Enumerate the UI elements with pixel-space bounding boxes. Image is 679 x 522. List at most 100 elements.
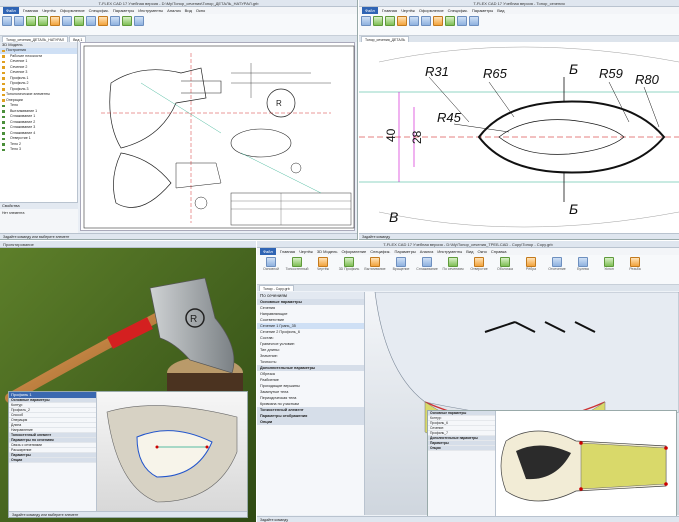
- menu-item[interactable]: Специфик.: [448, 7, 468, 14]
- tree-item[interactable]: Тело 3: [0, 147, 77, 153]
- menu-item[interactable]: Справка: [491, 248, 507, 255]
- ribbon-button[interactable]: Резьба: [623, 257, 647, 282]
- menu-item[interactable]: Главная: [382, 7, 397, 14]
- view-icon[interactable]: [421, 16, 431, 26]
- menu-item[interactable]: Оформление: [341, 248, 366, 255]
- menu-item[interactable]: Инструменты: [437, 248, 462, 255]
- ribbon-button-icon: [422, 257, 432, 267]
- menu-item[interactable]: Файл: [3, 7, 19, 14]
- operation-view[interactable]: [97, 392, 247, 511]
- view-icon[interactable]: [86, 16, 96, 26]
- ribbon-button[interactable]: Вращение: [389, 257, 413, 282]
- ribbon-button-icon: [292, 257, 302, 267]
- menu-item[interactable]: Инструменты: [138, 7, 163, 14]
- ribbon-button[interactable]: Вытягивание: [363, 257, 387, 282]
- menu-item[interactable]: Параметры: [394, 248, 415, 255]
- line-icon[interactable]: [373, 16, 383, 26]
- ribbon-button[interactable]: Тонкостенный: [285, 257, 309, 282]
- ribbon-button[interactable]: Рёбра: [519, 257, 543, 282]
- ribbon-button-label: Отверстие: [470, 267, 488, 271]
- ribbon-button[interactable]: Сглаживание: [415, 257, 439, 282]
- zoom-canvas[interactable]: R31 R65 R59 R80 R45 40 28 Б Б В: [359, 42, 679, 231]
- operation-panel: Профиль 1 Основные параметры Контур: Профи…: [9, 392, 97, 511]
- ribbon-button[interactable]: Чертёж: [311, 257, 335, 282]
- dim-r45: R45: [437, 110, 462, 125]
- ribbon-button-icon: [370, 257, 380, 267]
- menu-item[interactable]: Чертёж: [299, 248, 313, 255]
- ribbon-button-label: Уклон: [604, 267, 614, 271]
- menu-item[interactable]: Специфик.: [89, 7, 109, 14]
- arc-icon[interactable]: [385, 16, 395, 26]
- hatch-icon[interactable]: [74, 16, 84, 26]
- menu-item[interactable]: Анализ: [167, 7, 181, 14]
- menu-item[interactable]: Главная: [23, 7, 38, 14]
- ribbon-button-label: Резьба: [629, 267, 641, 271]
- new-icon[interactable]: [361, 16, 371, 26]
- ribbon-button-icon: [604, 257, 614, 267]
- open-icon[interactable]: [14, 16, 24, 26]
- ribbon-button-icon: [578, 257, 588, 267]
- new-icon[interactable]: [2, 16, 12, 26]
- status-bar: Задайте команду: [257, 516, 679, 522]
- document-tabs: Топор - Copy.grb: [257, 285, 679, 291]
- menu-item[interactable]: Чертёж: [42, 7, 56, 14]
- table-icon[interactable]: [134, 16, 144, 26]
- menu-item[interactable]: Вид: [185, 7, 192, 14]
- drawing-window: T-FLEX CAD 17 Учебная версия - D:\My\Топ…: [0, 0, 358, 240]
- menu-item[interactable]: Окно: [196, 7, 205, 14]
- ribbon-button[interactable]: Булева: [571, 257, 595, 282]
- ribbon-button-label: Отсечение: [548, 267, 566, 271]
- dim-28: 28: [410, 130, 424, 144]
- menu-item[interactable]: Оформление: [60, 7, 85, 14]
- dim-r59: R59: [599, 66, 623, 81]
- ribbon-button[interactable]: 3D Профиль: [337, 257, 361, 282]
- panel-line[interactable]: Опции: [428, 446, 495, 451]
- ribbon: Основной Тонкостенный Чертёж 3D Профиль Вытя…: [257, 255, 679, 285]
- circle-icon[interactable]: [38, 16, 48, 26]
- section-icon[interactable]: [98, 16, 108, 26]
- tab-document[interactable]: Топор - Copy.grb: [259, 285, 294, 291]
- menu-item[interactable]: Вид: [497, 7, 504, 14]
- menu-item[interactable]: 3D Модель: [317, 248, 338, 255]
- drawing-canvas[interactable]: R: [80, 42, 355, 231]
- menu-item[interactable]: Оформление: [419, 7, 444, 14]
- fragment-icon[interactable]: [122, 16, 132, 26]
- section-icon[interactable]: [433, 16, 443, 26]
- menu-item[interactable]: Файл: [362, 7, 378, 14]
- panel-line[interactable]: Опции: [257, 419, 364, 425]
- ribbon-button[interactable]: Уклон: [597, 257, 621, 282]
- dimension-icon[interactable]: [397, 16, 407, 26]
- ribbon-button[interactable]: Основной: [259, 257, 283, 282]
- menu-item[interactable]: Параметры: [113, 7, 134, 14]
- ribbon-button[interactable]: Отверстие: [467, 257, 491, 282]
- ribbon-button-icon: [396, 257, 406, 267]
- menu-item[interactable]: Чертёж: [401, 7, 415, 14]
- window-title: T-FLEX CAD 17 Учебная версия - D:\My\Топ…: [257, 241, 679, 248]
- ribbon-button[interactable]: Оболочка: [493, 257, 517, 282]
- ribbon-button-icon: [448, 257, 458, 267]
- hatch-icon[interactable]: [445, 16, 455, 26]
- menu-item[interactable]: Параметры: [472, 7, 493, 14]
- menu-item[interactable]: Окно: [478, 248, 487, 255]
- panel-line[interactable]: Опции: [9, 458, 96, 463]
- table-icon[interactable]: [457, 16, 467, 26]
- text-icon[interactable]: [62, 16, 72, 26]
- ribbon-button-label: Основной: [262, 267, 280, 271]
- profile-view[interactable]: [496, 411, 676, 517]
- menu-item[interactable]: Файл: [260, 248, 276, 255]
- ribbon-button-label: Тонкостенный: [285, 267, 309, 271]
- ribbon-button[interactable]: По сечениям: [441, 257, 465, 282]
- detail-icon[interactable]: [110, 16, 120, 26]
- ribbon-button[interactable]: Отсечение: [545, 257, 569, 282]
- menu-item[interactable]: Специфик.: [370, 248, 390, 255]
- render-window: Проектирование R Профиль 1 Основные пара…: [0, 241, 256, 522]
- layer-icon[interactable]: [469, 16, 479, 26]
- section-mark-top: Б: [569, 61, 578, 77]
- text-icon[interactable]: [409, 16, 419, 26]
- menu-item[interactable]: Вид: [466, 248, 473, 255]
- dimension-icon[interactable]: [50, 16, 60, 26]
- menu-item[interactable]: Анализ: [420, 248, 434, 255]
- menu-item[interactable]: Главная: [280, 248, 295, 255]
- line-icon[interactable]: [26, 16, 36, 26]
- axe-head-model: [106, 405, 238, 503]
